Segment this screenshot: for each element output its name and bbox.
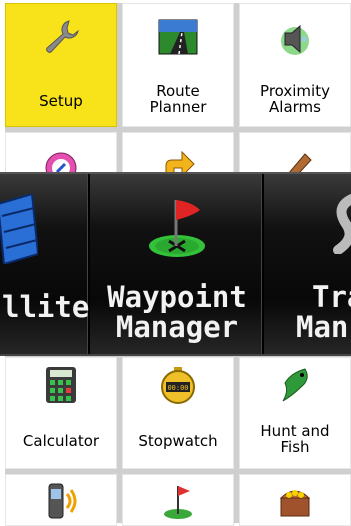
menu-item-calculator[interactable]: Calculator (5, 357, 117, 469)
menu-label-line2: Fish (280, 438, 310, 456)
carousel-label-line1: Tra (312, 280, 351, 314)
menu-item-hunt-and-fish[interactable]: Hunt and Fish (239, 357, 351, 469)
menu-label-line1: Proximity (260, 82, 330, 100)
carousel-label-line2: Manager (115, 310, 239, 344)
fish-icon (282, 368, 308, 402)
menu-item-proximity-alarms[interactable]: Proximity Alarms (239, 3, 351, 127)
gps-device-icon (48, 483, 77, 519)
app-carousel[interactable]: llite Waypoint Manager Tra Man (0, 172, 351, 356)
menu-label: Stopwatch (138, 432, 218, 450)
carousel-label-line2: Man (296, 310, 349, 344)
menu-item-route-planner[interactable]: Route Planner (122, 3, 234, 127)
svg-text:00:00: 00:00 (167, 384, 188, 392)
menu-item-stopwatch[interactable]: 00:00 Stopwatch (122, 357, 234, 469)
menu-item-gps-device[interactable] (5, 474, 117, 526)
carousel-label-line1: Waypoint (107, 280, 247, 314)
menu-item-golf[interactable] (122, 474, 234, 526)
carousel-item-satellite[interactable]: llite (0, 174, 90, 354)
wrench-icon (46, 20, 79, 53)
carousel-item-waypoint-manager[interactable]: Waypoint Manager (92, 174, 264, 354)
golf-flag-icon (164, 486, 192, 519)
menu-label-line2: Planner (149, 98, 207, 116)
menu-item-setup[interactable]: Setup (5, 3, 117, 127)
road-icon (158, 19, 198, 55)
calculator-icon (46, 367, 76, 403)
menu-item-treasure[interactable] (239, 474, 351, 526)
stopwatch-icon: 00:00 (161, 367, 195, 404)
flag-icon (149, 200, 205, 257)
carousel-label: llite (2, 290, 90, 324)
carousel-item-track-manager[interactable]: Tra Man (264, 174, 351, 354)
menu-label: Setup (39, 92, 83, 110)
menu-label-line1: Hunt and (260, 422, 330, 440)
track-icon (333, 194, 351, 254)
speaker-icon (281, 24, 309, 55)
menu-label: Calculator (22, 432, 100, 450)
menu-label-line1: Route (156, 82, 200, 100)
satellite-icon (0, 194, 38, 264)
menu-label-line2: Alarms (269, 98, 321, 116)
treasure-chest-icon (279, 490, 311, 517)
